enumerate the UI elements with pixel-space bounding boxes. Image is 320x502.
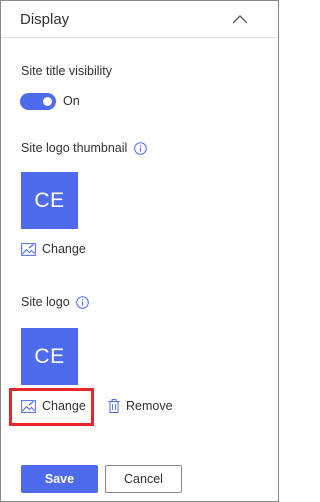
change-logo-label: Change <box>42 399 86 413</box>
change-image-icon <box>21 242 36 256</box>
site-logo-thumbnail-preview: CE <box>21 172 78 229</box>
site-logo-label: Site logo <box>21 295 70 309</box>
site-title-visibility-label: Site title visibility <box>21 64 112 78</box>
change-thumbnail-label: Change <box>42 242 86 256</box>
change-logo-button[interactable]: Change <box>21 397 86 415</box>
chevron-up-icon[interactable] <box>232 13 248 27</box>
remove-logo-label: Remove <box>126 399 173 413</box>
site-logo-preview: CE <box>21 328 78 385</box>
site-logo-thumbnail-label: Site logo thumbnail <box>21 141 128 155</box>
remove-logo-button[interactable]: Remove <box>108 397 173 415</box>
save-button[interactable]: Save <box>21 465 98 493</box>
change-thumbnail-button[interactable]: Change <box>21 240 86 258</box>
trash-icon <box>108 399 120 413</box>
toggle-state-label: On <box>63 94 80 108</box>
info-icon[interactable] <box>76 296 89 309</box>
header-divider <box>2 37 277 38</box>
cancel-button[interactable]: Cancel <box>105 465 182 493</box>
info-icon[interactable] <box>134 142 147 155</box>
panel-title: Display <box>20 11 70 28</box>
settings-panel: Display Site title visibility On Site lo… <box>0 0 279 502</box>
toggle-knob <box>43 97 52 106</box>
change-image-icon <box>21 399 36 413</box>
site-title-visibility-toggle[interactable] <box>20 93 56 110</box>
